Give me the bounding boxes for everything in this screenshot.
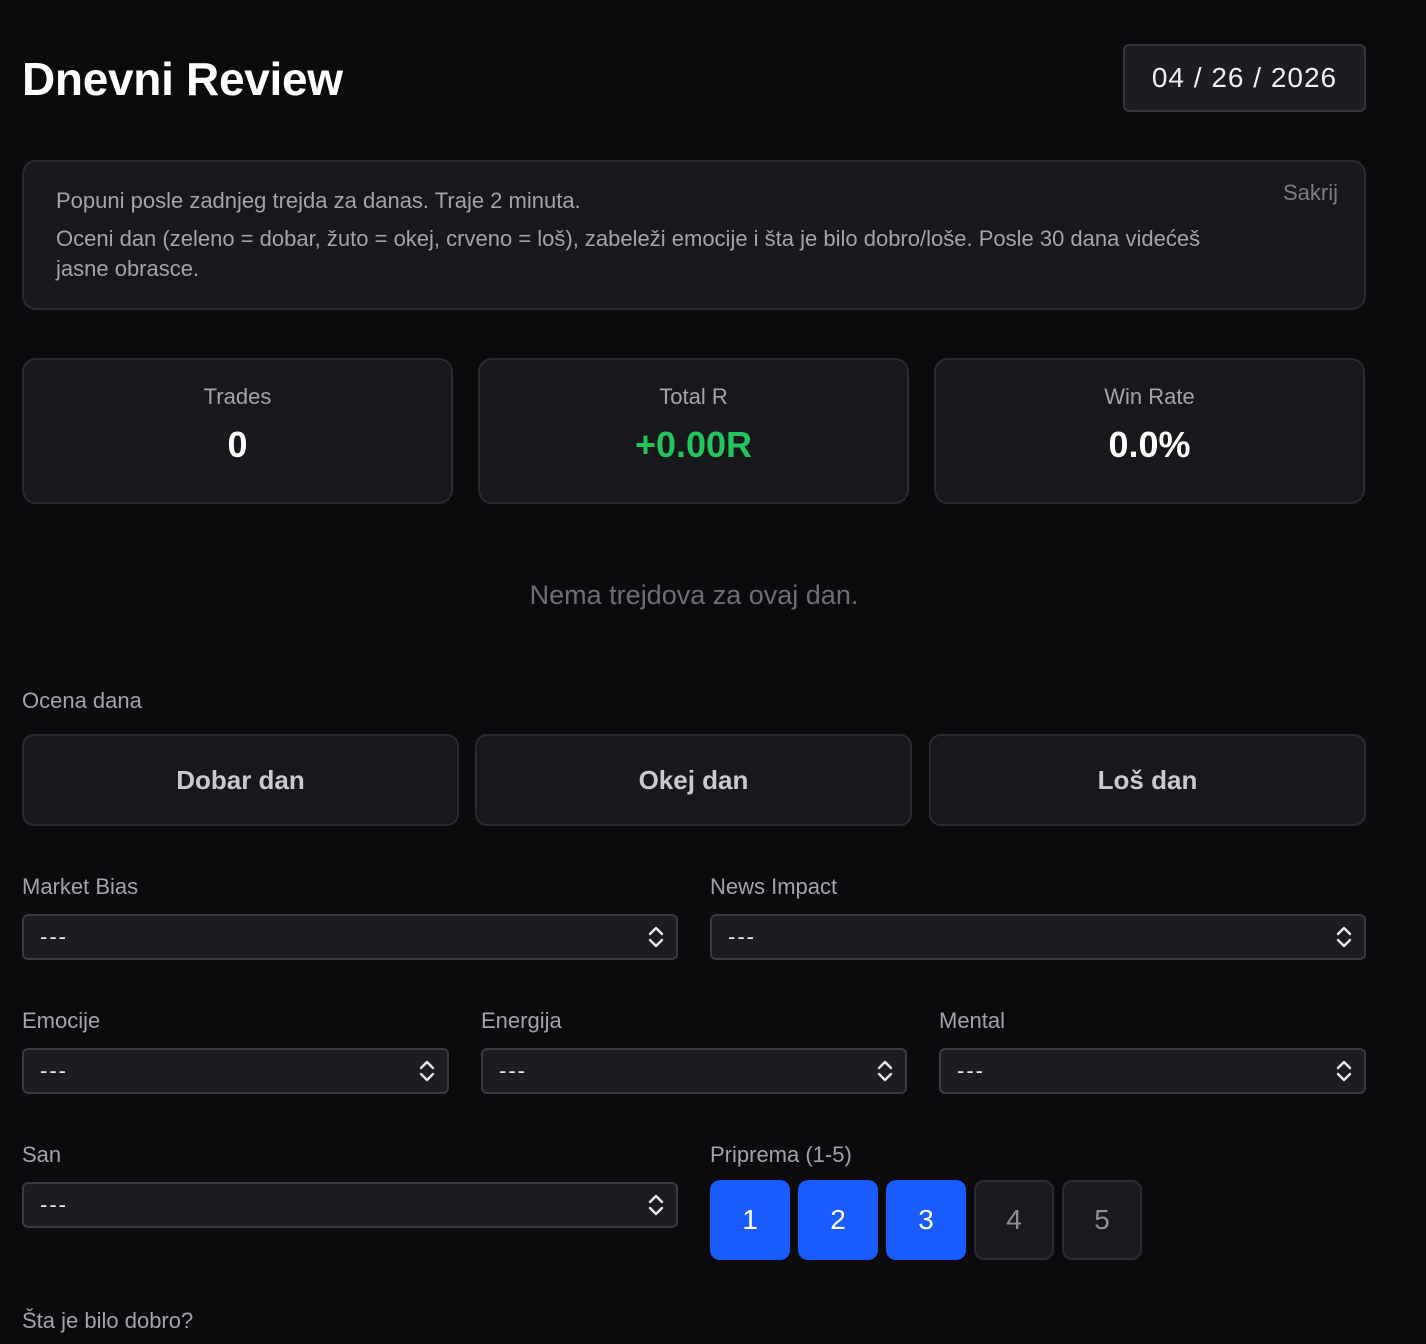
rating-bad-button[interactable]: Loš dan: [929, 734, 1366, 826]
select-value: ---: [728, 924, 756, 949]
info-banner: Popuni posle zadnjeg trejda za danas. Tr…: [22, 160, 1366, 310]
rating-good-button[interactable]: Dobar dan: [22, 734, 459, 826]
stat-label: Win Rate: [1104, 384, 1195, 409]
select-value: ---: [957, 1058, 985, 1083]
news-impact-select[interactable]: ---: [710, 914, 1366, 960]
rating-okay-button[interactable]: Okej dan: [475, 734, 912, 826]
priprema-option-3[interactable]: 3: [886, 1180, 966, 1260]
market-bias-label: Market Bias: [22, 874, 139, 899]
chevron-up-down-icon: [648, 1194, 664, 1216]
good-question-label: Šta je bilo dobro?: [22, 1308, 194, 1333]
select-value: ---: [40, 924, 68, 949]
select-value: ---: [499, 1058, 527, 1083]
emocije-select[interactable]: ---: [22, 1048, 449, 1094]
stat-card-total-r: Total R +0.00R: [478, 358, 909, 504]
date-picker[interactable]: 04 / 26 / 2026: [1123, 44, 1366, 112]
priprema-option-2[interactable]: 2: [798, 1180, 878, 1260]
page-title: Dnevni Review: [22, 53, 343, 105]
stat-label: Trades: [203, 384, 272, 409]
mental-select[interactable]: ---: [939, 1048, 1366, 1094]
san-label: San: [22, 1142, 62, 1167]
priprema-option-4[interactable]: 4: [974, 1180, 1054, 1260]
chevron-up-down-icon: [419, 1060, 435, 1082]
chevron-up-down-icon: [648, 926, 664, 948]
info-text-secondary: Oceni dan (zeleno = dobar, žuto = okej, …: [56, 226, 1201, 281]
chevron-up-down-icon: [1336, 926, 1352, 948]
stat-value: 0.0%: [1108, 424, 1191, 465]
hide-info-button[interactable]: Sakrij: [1283, 180, 1338, 206]
chevron-up-down-icon: [1336, 1060, 1352, 1082]
select-value: ---: [40, 1192, 68, 1217]
energija-label: Energija: [481, 1008, 562, 1033]
stat-label: Total R: [659, 384, 728, 409]
stat-card-trades: Trades 0: [22, 358, 453, 504]
emocije-label: Emocije: [22, 1008, 101, 1033]
san-select[interactable]: ---: [22, 1182, 678, 1228]
priprema-label: Priprema (1-5): [710, 1142, 852, 1167]
news-impact-label: News Impact: [710, 874, 838, 899]
stat-value: 0: [227, 424, 248, 465]
priprema-option-1[interactable]: 1: [710, 1180, 790, 1260]
priprema-option-5[interactable]: 5: [1062, 1180, 1142, 1260]
stat-card-win-rate: Win Rate 0.0%: [934, 358, 1365, 504]
empty-trades-message: Nema trejdova za ovaj dan.: [529, 580, 859, 610]
energija-select[interactable]: ---: [481, 1048, 907, 1094]
chevron-up-down-icon: [877, 1060, 893, 1082]
daily-review-page: Dnevni Review 04 / 26 / 2026 Popuni posl…: [0, 0, 1426, 1344]
market-bias-select[interactable]: ---: [22, 914, 678, 960]
rating-label: Ocena dana: [22, 688, 142, 713]
mental-label: Mental: [939, 1008, 1006, 1033]
stat-value: +0.00R: [634, 424, 753, 465]
info-text-primary: Popuni posle zadnjeg trejda za danas. Tr…: [56, 188, 581, 213]
select-value: ---: [40, 1058, 68, 1083]
